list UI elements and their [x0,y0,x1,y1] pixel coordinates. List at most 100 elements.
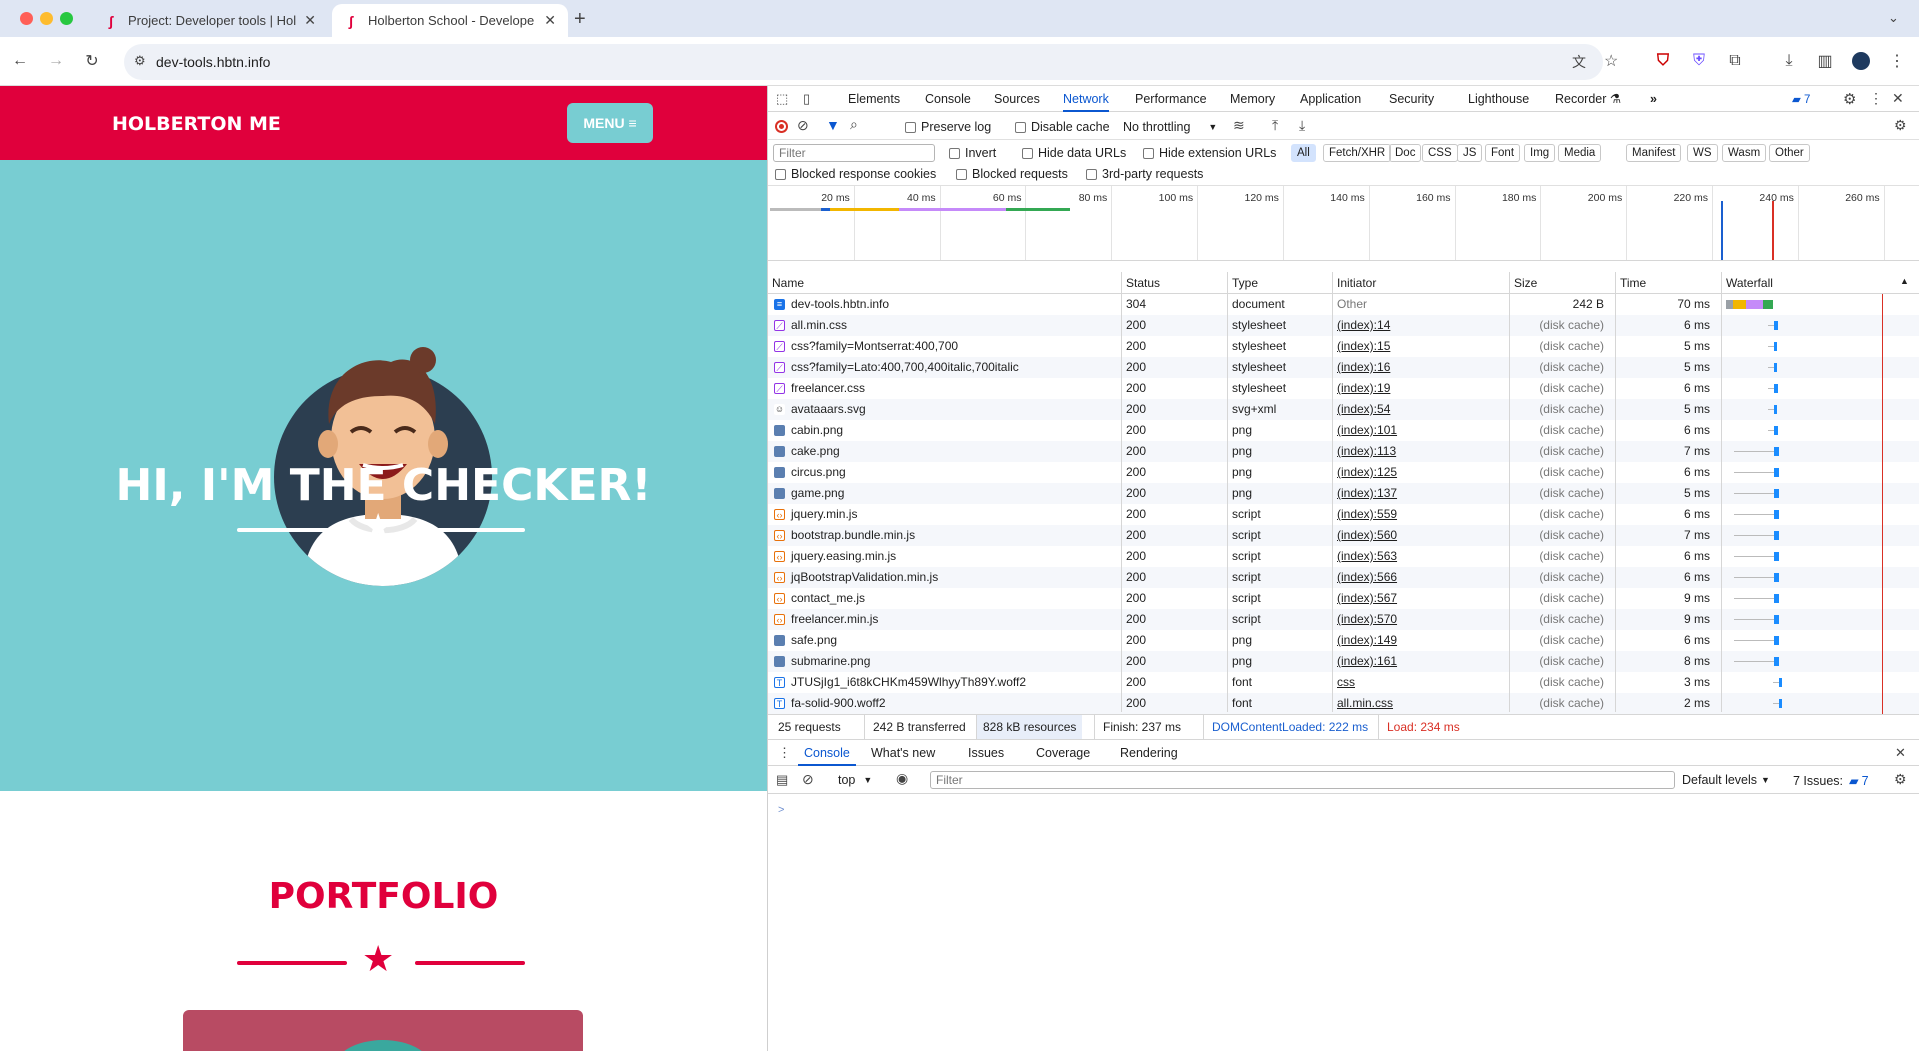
type-filter-css[interactable]: CSS [1422,144,1458,162]
close-tab-icon[interactable]: ✕ [544,12,556,29]
browser-tab-project[interactable]: ʃ Project: Developer tools | Hol ✕ [92,4,328,37]
more-tabs-chevron-icon[interactable]: » [1650,86,1657,112]
issues-counter[interactable]: ▰ 7 [1792,92,1810,106]
type-filter-other[interactable]: Other [1769,144,1810,162]
profile-avatar[interactable] [1849,49,1873,73]
tab-console[interactable]: Console [925,86,971,112]
network-conditions-icon[interactable]: ≋ [1233,117,1245,134]
console-prompt[interactable]: > [778,804,784,816]
extensions-puzzle-icon[interactable]: ⧉ [1723,49,1747,73]
minimize-window-button[interactable] [40,12,53,25]
cell-initiator[interactable]: (index):566 [1333,567,1503,588]
console-settings-gear-icon[interactable]: ⚙ [1894,771,1907,788]
drawer-tab-console[interactable]: Console [798,740,856,766]
tab-search-chevron-icon[interactable]: ⌄ [1888,10,1899,26]
cell-initiator[interactable]: (index):560 [1333,525,1503,546]
cell-initiator[interactable]: (index):15 [1333,336,1503,357]
network-settings-gear-icon[interactable]: ⚙ [1894,117,1907,134]
cell-initiator[interactable]: (index):19 [1333,378,1503,399]
drawer-tab-coverage[interactable]: Coverage [1036,740,1090,766]
cell-initiator[interactable]: (index):567 [1333,588,1503,609]
column-initiator[interactable]: Initiator [1332,272,1376,294]
address-bar[interactable]: ⚙ dev-tools.hbtn.info 文 ☆ [124,44,1618,80]
network-filter-input[interactable]: Filter [773,144,935,162]
tab-sources[interactable]: Sources [994,86,1040,112]
site-brand[interactable]: HOLBERTON ME [112,113,281,135]
column-name[interactable]: Name [768,272,804,294]
cell-initiator[interactable]: (index):113 [1333,441,1503,462]
throttling-select[interactable]: No throttling ▼ [1123,120,1217,134]
cell-initiator[interactable]: (index):570 [1333,609,1503,630]
tab-lighthouse[interactable]: Lighthouse [1468,86,1529,112]
clear-icon[interactable]: ⊘ [797,117,809,134]
request-row[interactable]: ≡ dev-tools.hbtn.info 304 document Other 242 … [768,294,1919,315]
column-time[interactable]: Time [1615,272,1646,294]
request-row[interactable]: submarine.png 200 png (index):161 (disk cach… [768,651,1919,672]
drawer-tab-issues[interactable]: Issues [968,740,1004,766]
cell-initiator[interactable]: (index):559 [1333,504,1503,525]
request-row[interactable]: ⟋ css?family=Lato:400,700,400italic,700it… [768,357,1919,378]
device-toolbar-icon[interactable]: ▯ [803,91,810,107]
live-expression-eye-icon[interactable]: ◉ [896,770,908,787]
back-arrow-icon[interactable]: ← [8,49,32,73]
column-waterfall[interactable]: Waterfall [1721,272,1773,294]
console-filter-input[interactable]: Filter [930,771,1675,789]
site-info-icon[interactable]: ⚙ [134,53,146,69]
hide-data-urls-checkbox[interactable]: Hide data URLs [1022,146,1126,160]
tab-network[interactable]: Network [1063,86,1109,112]
request-row[interactable]: Tfa-solid-900.woff2 200 font all.min.css (di… [768,693,1919,714]
browser-tab-holberton[interactable]: ʃ Holberton School - Develope ✕ [332,4,568,37]
request-row[interactable]: ⟋ css?family=Montserrat:400,700 200 stylesh… [768,336,1919,357]
request-row[interactable]: ‹› jquery.easing.min.js 200 script (index):5… [768,546,1919,567]
chrome-menu-icon[interactable]: ⋮ [1885,49,1909,73]
request-row[interactable]: game.png 200 png (index):137 (disk cache) 5 m… [768,483,1919,504]
request-row[interactable]: ☺ avataaars.svg 200 svg+xml (index):54 (disk … [768,399,1919,420]
column-status[interactable]: Status [1121,272,1160,294]
request-row[interactable]: ‹› freelancer.min.js 200 script (index):570 (… [768,609,1919,630]
cell-initiator[interactable]: (index):563 [1333,546,1503,567]
preserve-log-checkbox[interactable]: Preserve log [905,120,991,134]
invert-checkbox[interactable]: Invert [949,146,996,160]
column-size[interactable]: Size [1509,272,1537,294]
devtools-menu-icon[interactable]: ⋮ [1869,90,1883,107]
disable-cache-checkbox[interactable]: Disable cache [1015,120,1110,134]
request-row[interactable]: ⟋ all.min.css 200 stylesheet (index):14 (disk… [768,315,1919,336]
sort-ascending-icon[interactable]: ▲ [1900,276,1909,286]
cell-initiator[interactable]: (index):149 [1333,630,1503,651]
request-row[interactable]: ‹› jqBootstrapValidation.min.js 200 script (… [768,567,1919,588]
type-filter-font[interactable]: Font [1485,144,1521,162]
request-row[interactable]: cabin.png 200 png (index):101 (disk cache) 6 … [768,420,1919,441]
tab-application[interactable]: Application [1300,86,1361,112]
type-filter-img[interactable]: Img [1524,144,1556,162]
drawer-tab-whats-new[interactable]: What's new [871,740,935,766]
type-filter-doc[interactable]: Doc [1389,144,1422,162]
downloads-icon[interactable]: ⤓ [1777,49,1801,73]
request-row[interactable]: ⟋ freelancer.css 200 stylesheet (index):19 (d… [768,378,1919,399]
network-overview-timeline[interactable]: 20 ms 40 ms 60 ms 80 ms 100 ms 120 ms 140 ms 16… [768,186,1919,261]
clear-console-icon[interactable]: ⊘ [802,771,814,788]
type-filter-js[interactable]: JS [1457,144,1483,162]
privacy-extension-icon[interactable]: ⛨ [1687,49,1711,73]
console-sidebar-icon[interactable]: ▤ [776,772,788,788]
filter-funnel-icon[interactable]: ▼ [826,117,840,133]
request-row[interactable]: T JTUSjIg1_i6t8kCHKm459WlhyyTh89Y.woff2 20… [768,672,1919,693]
context-select[interactable]: top ▼ [838,773,872,787]
side-panel-icon[interactable]: ▥ [1813,49,1837,73]
search-icon[interactable]: ⌕ [850,116,858,133]
close-window-button[interactable] [20,12,33,25]
request-row[interactable]: cake.png 200 png (index):113 (disk cache) 7 m… [768,441,1919,462]
summary-resources[interactable]: 828 kB resources [976,715,1083,739]
tab-memory[interactable]: Memory [1230,86,1275,112]
drawer-menu-icon[interactable]: ⋮ [778,745,791,761]
ublock-extension-icon[interactable]: ⛉ [1651,49,1675,73]
close-drawer-icon[interactable]: ✕ [1895,745,1906,761]
cell-initiator[interactable]: all.min.css [1333,693,1503,714]
bookmark-star-icon[interactable]: ☆ [1604,51,1618,71]
column-type[interactable]: Type [1227,272,1258,294]
portfolio-item-card[interactable] [183,1010,583,1051]
blocked-requests-checkbox[interactable]: Blocked requests [956,167,1068,181]
cell-initiator[interactable]: (index):161 [1333,651,1503,672]
hide-extension-urls-checkbox[interactable]: Hide extension URLs [1143,146,1276,160]
third-party-requests-checkbox[interactable]: 3rd-party requests [1086,167,1203,181]
tab-security[interactable]: Security [1389,86,1434,112]
